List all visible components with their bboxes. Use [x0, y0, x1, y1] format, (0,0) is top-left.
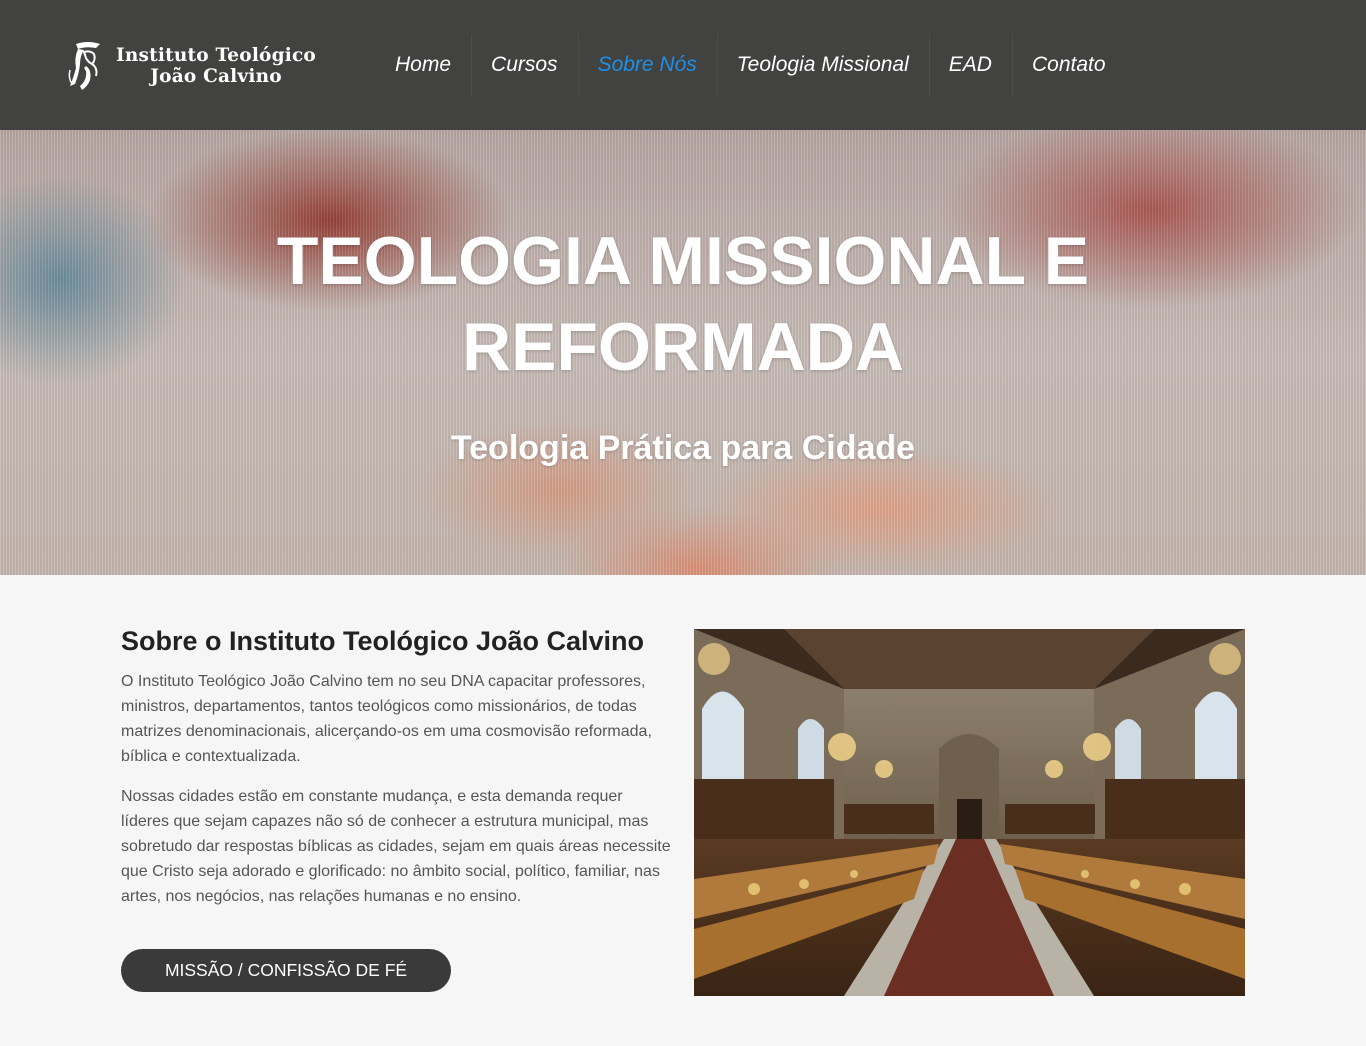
- calvin-portrait-icon: [68, 42, 100, 90]
- nav-home[interactable]: Home: [375, 34, 471, 96]
- hero-title-line-2: REFORMADA: [462, 309, 904, 385]
- about-paragraph-2: Nossas cidades estão em constante mudanç…: [121, 788, 671, 905]
- about-paragraph-1: O Instituto Teológico João Calvino tem n…: [121, 673, 652, 765]
- logo-line-1: Instituto Teológico: [116, 45, 316, 66]
- main-nav: Home Cursos Sobre Nós Teologia Missional…: [375, 34, 1126, 96]
- nav-ead[interactable]: EAD: [928, 34, 1012, 96]
- hero-title-line-1: TEOLOGIA MISSIONAL E: [276, 223, 1090, 299]
- nav-contato[interactable]: Contato: [1011, 34, 1126, 96]
- site-logo[interactable]: Instituto Teológico João Calvino: [66, 40, 316, 92]
- nav-sobre-nos[interactable]: Sobre Nós: [577, 34, 717, 96]
- hero-banner: TEOLOGIA MISSIONAL E REFORMADA Teologia …: [0, 130, 1366, 575]
- hero-title: TEOLOGIA MISSIONAL E REFORMADA: [183, 218, 1183, 390]
- library-reading-room-photo: [694, 629, 1245, 996]
- hero-subtitle: Teologia Prática para Cidade: [450, 429, 916, 467]
- site-header: Instituto Teológico João Calvino Home Cu…: [0, 0, 1366, 130]
- logo-line-2: João Calvino: [150, 66, 282, 87]
- nav-teologia-missional[interactable]: Teologia Missional: [716, 34, 929, 96]
- mission-confession-button[interactable]: MISSÃO / CONFISSÃO DE FÉ: [121, 949, 451, 992]
- about-heading: Sobre o Instituto Teológico João Calvino: [121, 626, 645, 656]
- logo-text: Instituto Teológico João Calvino: [116, 45, 316, 87]
- nav-cursos[interactable]: Cursos: [471, 34, 578, 96]
